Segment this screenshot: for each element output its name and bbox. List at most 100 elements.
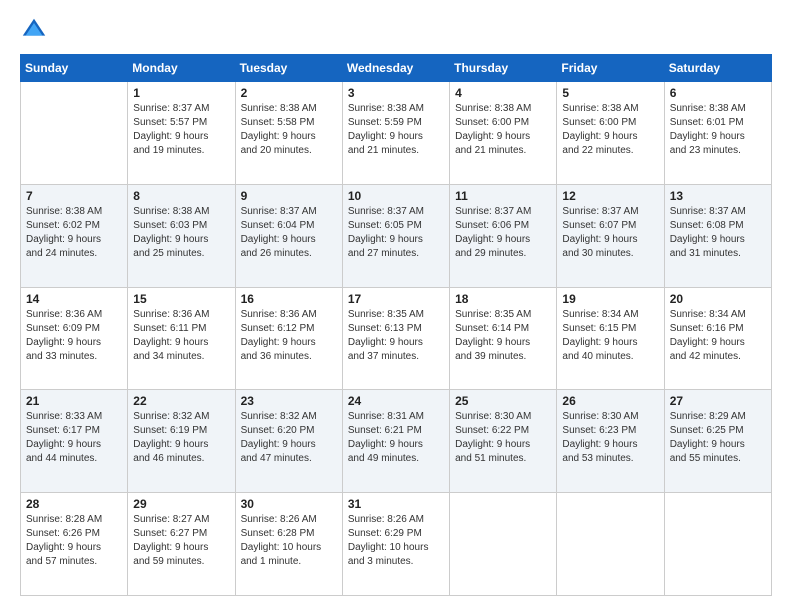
day-info: Sunrise: 8:34 AM Sunset: 6:16 PM Dayligh… (670, 308, 766, 364)
day-info: Sunrise: 8:30 AM Sunset: 6:22 PM Dayligh… (455, 410, 551, 466)
calendar-cell: 8 Sunrise: 8:38 AM Sunset: 6:03 PM Daylig… (128, 184, 235, 287)
day-info: Sunrise: 8:38 AM Sunset: 6:02 PM Dayligh… (26, 205, 122, 261)
day-number: 3 (348, 86, 444, 100)
weekday-header-monday: Monday (128, 55, 235, 82)
calendar-cell: 29 Sunrise: 8:27 AM Sunset: 6:27 PM Dayli… (128, 493, 235, 596)
day-info: Sunrise: 8:35 AM Sunset: 6:13 PM Dayligh… (348, 308, 444, 364)
day-number: 6 (670, 86, 766, 100)
day-info: Sunrise: 8:32 AM Sunset: 6:19 PM Dayligh… (133, 410, 229, 466)
calendar-cell: 10 Sunrise: 8:37 AM Sunset: 6:05 PM Dayli… (342, 184, 449, 287)
weekday-header-row: SundayMondayTuesdayWednesdayThursdayFrid… (21, 55, 772, 82)
day-info: Sunrise: 8:30 AM Sunset: 6:23 PM Dayligh… (562, 410, 658, 466)
calendar-cell: 15 Sunrise: 8:36 AM Sunset: 6:11 PM Dayli… (128, 287, 235, 390)
day-info: Sunrise: 8:26 AM Sunset: 6:28 PM Dayligh… (241, 513, 337, 569)
day-info: Sunrise: 8:31 AM Sunset: 6:21 PM Dayligh… (348, 410, 444, 466)
weekday-header-friday: Friday (557, 55, 664, 82)
day-number: 17 (348, 292, 444, 306)
calendar-cell: 23Sunrise: 8:32 AM Sunset: 6:20 PM Dayli… (235, 390, 342, 493)
calendar-cell: 11 Sunrise: 8:37 AM Sunset: 6:06 PM Dayli… (450, 184, 557, 287)
calendar-cell: 2 Sunrise: 8:38 AM Sunset: 5:58 PM Daylig… (235, 82, 342, 185)
weekday-header-sunday: Sunday (21, 55, 128, 82)
calendar-cell (664, 493, 771, 596)
day-number: 29 (133, 497, 229, 511)
calendar-cell: 30 Sunrise: 8:26 AM Sunset: 6:28 PM Dayli… (235, 493, 342, 596)
day-info: Sunrise: 8:35 AM Sunset: 6:14 PM Dayligh… (455, 308, 551, 364)
day-number: 7 (26, 189, 122, 203)
day-info: Sunrise: 8:38 AM Sunset: 5:58 PM Dayligh… (241, 102, 337, 158)
calendar-cell (557, 493, 664, 596)
day-number: 30 (241, 497, 337, 511)
day-info: Sunrise: 8:38 AM Sunset: 6:00 PM Dayligh… (562, 102, 658, 158)
calendar-cell: 27 Sunrise: 8:29 AM Sunset: 6:25 PM Dayli… (664, 390, 771, 493)
day-number: 25 (455, 394, 551, 408)
day-info: Sunrise: 8:37 AM Sunset: 5:57 PM Dayligh… (133, 102, 229, 158)
day-number: 22 (133, 394, 229, 408)
calendar-cell: 13Sunrise: 8:37 AM Sunset: 6:08 PM Dayli… (664, 184, 771, 287)
calendar-cell: 12 Sunrise: 8:37 AM Sunset: 6:07 PM Dayli… (557, 184, 664, 287)
week-row-5: 28 Sunrise: 8:28 AM Sunset: 6:26 PM Dayli… (21, 493, 772, 596)
day-number: 28 (26, 497, 122, 511)
day-number: 24 (348, 394, 444, 408)
day-number: 12 (562, 189, 658, 203)
logo-icon (20, 16, 48, 44)
day-number: 13 (670, 189, 766, 203)
day-info: Sunrise: 8:27 AM Sunset: 6:27 PM Dayligh… (133, 513, 229, 569)
calendar-cell (450, 493, 557, 596)
day-info: Sunrise: 8:36 AM Sunset: 6:09 PM Dayligh… (26, 308, 122, 364)
weekday-header-thursday: Thursday (450, 55, 557, 82)
day-info: Sunrise: 8:36 AM Sunset: 6:11 PM Dayligh… (133, 308, 229, 364)
logo (20, 16, 52, 44)
calendar-cell: 16 Sunrise: 8:36 AM Sunset: 6:12 PM Dayli… (235, 287, 342, 390)
day-info: Sunrise: 8:34 AM Sunset: 6:15 PM Dayligh… (562, 308, 658, 364)
day-info: Sunrise: 8:37 AM Sunset: 6:07 PM Dayligh… (562, 205, 658, 261)
day-number: 11 (455, 189, 551, 203)
page: SundayMondayTuesdayWednesdayThursdayFrid… (0, 0, 792, 612)
calendar-cell: 9Sunrise: 8:37 AM Sunset: 6:04 PM Daylig… (235, 184, 342, 287)
calendar-cell: 22 Sunrise: 8:32 AM Sunset: 6:19 PM Dayli… (128, 390, 235, 493)
day-number: 31 (348, 497, 444, 511)
day-info: Sunrise: 8:29 AM Sunset: 6:25 PM Dayligh… (670, 410, 766, 466)
day-number: 8 (133, 189, 229, 203)
day-info: Sunrise: 8:33 AM Sunset: 6:17 PM Dayligh… (26, 410, 122, 466)
calendar-table: SundayMondayTuesdayWednesdayThursdayFrid… (20, 54, 772, 596)
calendar-cell: 5Sunrise: 8:38 AM Sunset: 6:00 PM Daylig… (557, 82, 664, 185)
weekday-header-wednesday: Wednesday (342, 55, 449, 82)
calendar-cell: 21 Sunrise: 8:33 AM Sunset: 6:17 PM Dayli… (21, 390, 128, 493)
week-row-4: 21 Sunrise: 8:33 AM Sunset: 6:17 PM Dayli… (21, 390, 772, 493)
day-number: 1 (133, 86, 229, 100)
week-row-2: 7 Sunrise: 8:38 AM Sunset: 6:02 PM Daylig… (21, 184, 772, 287)
header (20, 16, 772, 44)
day-info: Sunrise: 8:26 AM Sunset: 6:29 PM Dayligh… (348, 513, 444, 569)
day-info: Sunrise: 8:38 AM Sunset: 6:00 PM Dayligh… (455, 102, 551, 158)
day-number: 2 (241, 86, 337, 100)
day-info: Sunrise: 8:28 AM Sunset: 6:26 PM Dayligh… (26, 513, 122, 569)
week-row-1: 1 Sunrise: 8:37 AM Sunset: 5:57 PM Daylig… (21, 82, 772, 185)
day-number: 21 (26, 394, 122, 408)
calendar-cell: 17 Sunrise: 8:35 AM Sunset: 6:13 PM Dayli… (342, 287, 449, 390)
calendar-cell: 31 Sunrise: 8:26 AM Sunset: 6:29 PM Dayli… (342, 493, 449, 596)
day-info: Sunrise: 8:38 AM Sunset: 6:03 PM Dayligh… (133, 205, 229, 261)
day-info: Sunrise: 8:37 AM Sunset: 6:06 PM Dayligh… (455, 205, 551, 261)
calendar-cell: 14Sunrise: 8:36 AM Sunset: 6:09 PM Dayli… (21, 287, 128, 390)
calendar-cell: 24 Sunrise: 8:31 AM Sunset: 6:21 PM Dayli… (342, 390, 449, 493)
day-number: 16 (241, 292, 337, 306)
day-number: 18 (455, 292, 551, 306)
calendar-cell: 3 Sunrise: 8:38 AM Sunset: 5:59 PM Daylig… (342, 82, 449, 185)
day-number: 23 (241, 394, 337, 408)
day-number: 4 (455, 86, 551, 100)
day-number: 10 (348, 189, 444, 203)
calendar-cell: 25 Sunrise: 8:30 AM Sunset: 6:22 PM Dayli… (450, 390, 557, 493)
day-info: Sunrise: 8:37 AM Sunset: 6:04 PM Dayligh… (241, 205, 337, 261)
day-info: Sunrise: 8:37 AM Sunset: 6:05 PM Dayligh… (348, 205, 444, 261)
calendar-cell: 20Sunrise: 8:34 AM Sunset: 6:16 PM Dayli… (664, 287, 771, 390)
calendar-cell: 28 Sunrise: 8:28 AM Sunset: 6:26 PM Dayli… (21, 493, 128, 596)
calendar-cell: 6 Sunrise: 8:38 AM Sunset: 6:01 PM Daylig… (664, 82, 771, 185)
day-info: Sunrise: 8:36 AM Sunset: 6:12 PM Dayligh… (241, 308, 337, 364)
calendar-cell: 4 Sunrise: 8:38 AM Sunset: 6:00 PM Daylig… (450, 82, 557, 185)
calendar-cell (21, 82, 128, 185)
day-number: 19 (562, 292, 658, 306)
day-number: 15 (133, 292, 229, 306)
day-info: Sunrise: 8:38 AM Sunset: 6:01 PM Dayligh… (670, 102, 766, 158)
day-number: 27 (670, 394, 766, 408)
day-info: Sunrise: 8:38 AM Sunset: 5:59 PM Dayligh… (348, 102, 444, 158)
